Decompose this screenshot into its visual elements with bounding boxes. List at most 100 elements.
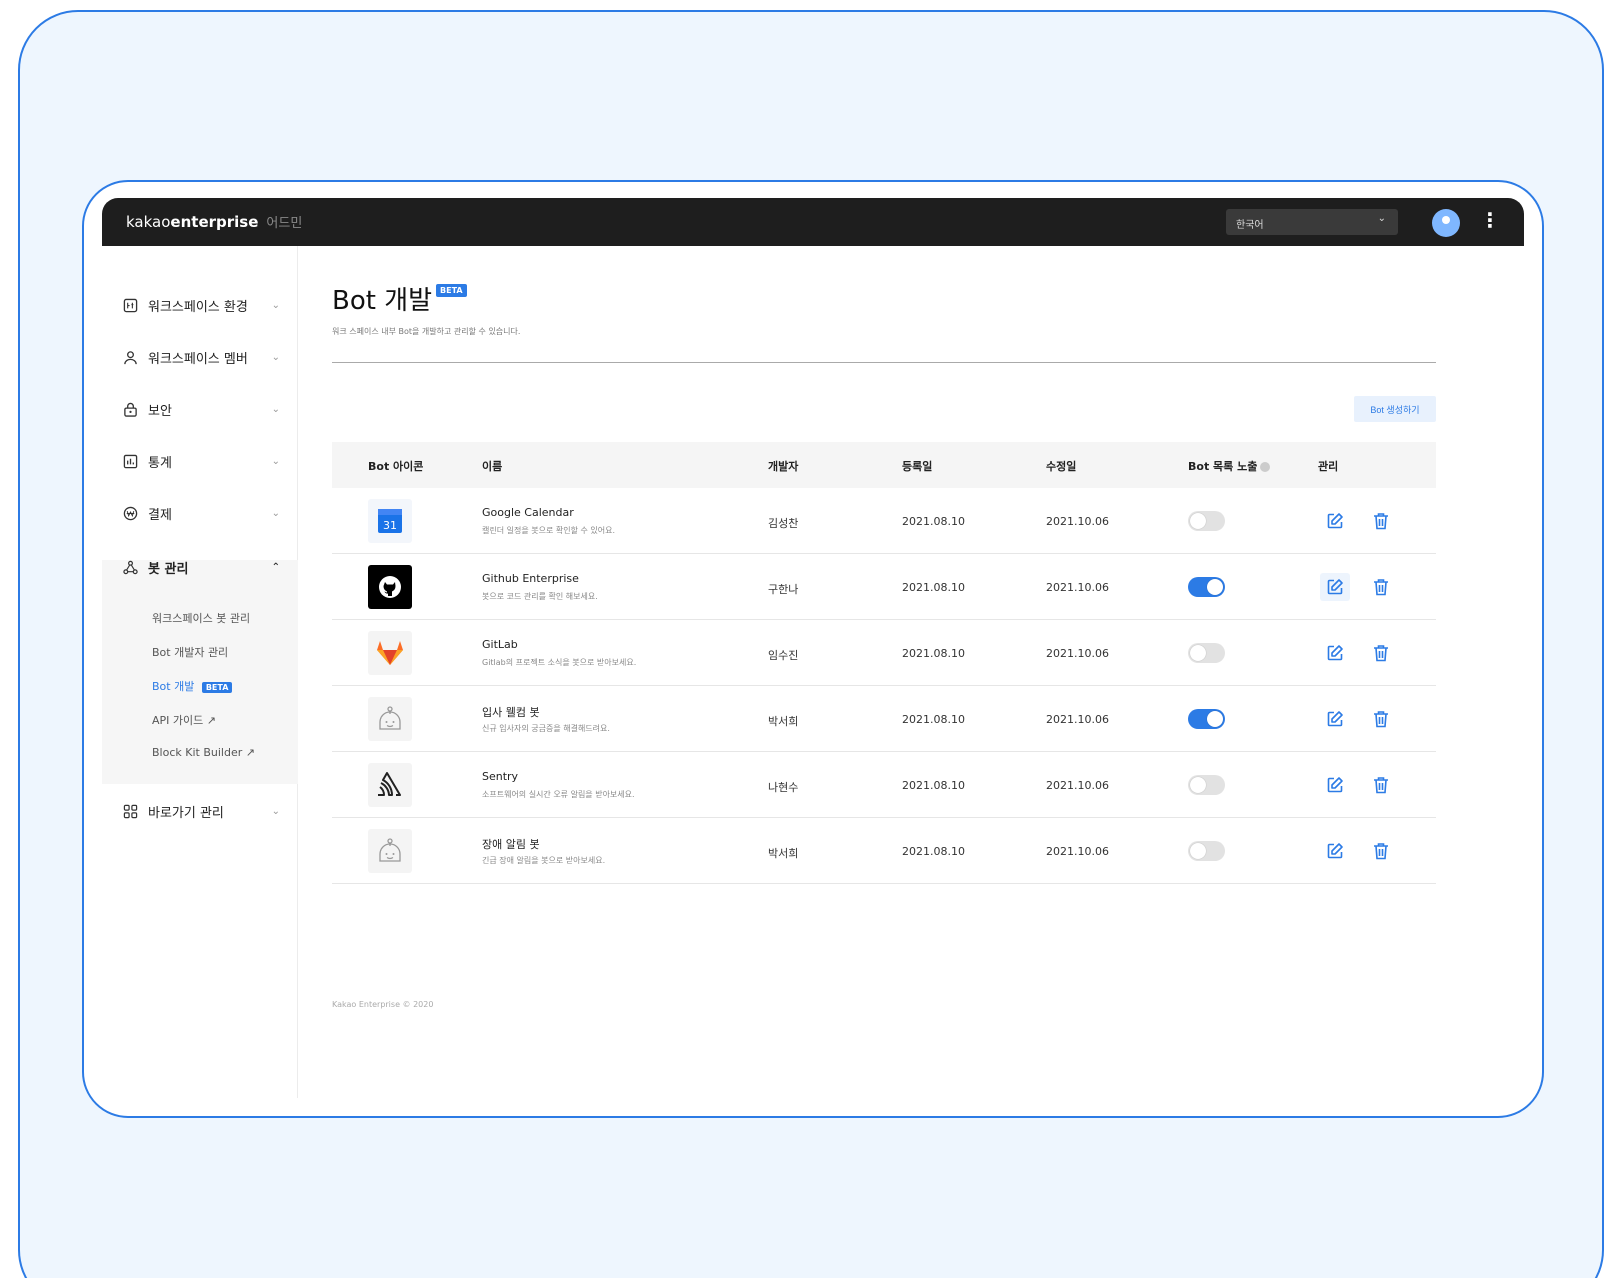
bot-name: 입사 웰컴 봇 bbox=[482, 706, 540, 719]
beta-badge: BETA bbox=[436, 284, 467, 297]
delete-button[interactable] bbox=[1366, 705, 1396, 733]
chevron-up-icon: ⌃ bbox=[271, 561, 280, 573]
registered-date-cell: 2021.08.10 bbox=[902, 713, 965, 726]
sub-item-bot-developers[interactable]: Bot 개발자 관리 bbox=[152, 644, 228, 660]
page-description: 워크 스페이스 내부 Bot을 개발하고 관리할 수 있습니다. bbox=[332, 327, 521, 336]
sidebar-item-label: 봇 관리 bbox=[148, 561, 189, 577]
exposure-toggle[interactable] bbox=[1188, 775, 1225, 795]
sub-item-workspace-bots[interactable]: 워크스페이스 봇 관리 bbox=[152, 610, 250, 626]
registered-date-cell: 2021.08.10 bbox=[902, 647, 965, 660]
edit-button[interactable] bbox=[1320, 837, 1350, 865]
exposure-toggle[interactable] bbox=[1188, 643, 1225, 663]
modified-date-cell: 2021.10.06 bbox=[1046, 779, 1109, 792]
brand-suffix: 어드민 bbox=[266, 216, 303, 231]
exposure-toggle[interactable] bbox=[1188, 841, 1225, 861]
developer-cell: 임수진 bbox=[768, 649, 799, 662]
developer-cell: 구한나 bbox=[768, 583, 799, 596]
sidebar-item-shortcuts[interactable]: 바로가기 관리 ⌄ bbox=[102, 786, 298, 836]
column-header-exposure: Bot 목록 노출 bbox=[1188, 458, 1271, 474]
trash-icon bbox=[1374, 579, 1388, 596]
brand-logo[interactable]: kakaoenterprise 어드민 bbox=[126, 212, 302, 231]
sidebar-item-bot-management[interactable]: 봇 관리 ⌃ bbox=[102, 542, 298, 592]
table-row: 장애 알림 봇 긴급 장애 알림을 봇으로 받아보세요. 박서희 2021.08… bbox=[332, 818, 1436, 884]
create-bot-button[interactable]: Bot 생성하기 bbox=[1354, 396, 1436, 422]
modified-date-cell: 2021.10.06 bbox=[1046, 647, 1109, 660]
table-row: Sentry 소프트웨어의 실시간 오류 알림을 받아보세요. 나현수 2021… bbox=[332, 752, 1436, 818]
edit-icon bbox=[1327, 645, 1343, 661]
device-frame: kakaoenterprise 어드민 한국어 ⌄ ⋮ 워크스페이스 환경 ⌄ bbox=[82, 180, 1544, 1118]
developer-cell: 김성찬 bbox=[768, 517, 799, 530]
sidebar-item-label: 워크스페이스 환경 bbox=[148, 299, 248, 315]
edit-button[interactable] bbox=[1320, 771, 1350, 799]
lock-icon bbox=[122, 401, 138, 417]
edit-button[interactable] bbox=[1320, 639, 1350, 667]
table-row: 입사 웰컴 봇 신규 입사자의 궁금증을 해결해드려요. 박서희 2021.08… bbox=[332, 686, 1436, 752]
info-icon[interactable] bbox=[1260, 462, 1271, 472]
delete-button[interactable] bbox=[1366, 837, 1396, 865]
modified-date-cell: 2021.10.06 bbox=[1046, 515, 1109, 528]
column-header-registered: 등록일 bbox=[902, 460, 933, 473]
edit-icon bbox=[1327, 711, 1343, 727]
column-header-manage: 관리 bbox=[1318, 460, 1339, 473]
exposure-toggle[interactable] bbox=[1188, 577, 1225, 597]
edit-button[interactable] bbox=[1320, 507, 1350, 535]
person-icon bbox=[122, 349, 138, 365]
exposure-toggle[interactable] bbox=[1188, 511, 1225, 531]
won-icon bbox=[122, 505, 138, 521]
edit-button[interactable] bbox=[1320, 573, 1350, 601]
workspace-settings-icon bbox=[122, 297, 138, 313]
grid-icon bbox=[122, 803, 138, 819]
trash-icon bbox=[1374, 777, 1388, 794]
edit-button[interactable] bbox=[1320, 705, 1350, 733]
sidebar-item-security[interactable]: 보안 ⌄ bbox=[102, 384, 298, 434]
edit-icon bbox=[1327, 843, 1343, 859]
chevron-down-icon: ⌄ bbox=[1377, 213, 1386, 224]
brand-text-enterprise: enterprise bbox=[170, 213, 259, 231]
delete-button[interactable] bbox=[1366, 573, 1396, 601]
sub-item-block-kit-builder[interactable]: Block Kit Builder ↗ bbox=[152, 746, 255, 759]
trash-icon bbox=[1374, 843, 1388, 860]
bot-description: 소프트웨어의 실시간 오류 알림을 받아보세요. bbox=[482, 790, 635, 799]
bot-name: Github Enterprise bbox=[482, 572, 579, 585]
trash-icon bbox=[1374, 513, 1388, 530]
bot-description: 신규 입사자의 궁금증을 해결해드려요. bbox=[482, 724, 610, 733]
sidebar-item-label: 바로가기 관리 bbox=[148, 805, 224, 821]
google-calendar-icon: 31 bbox=[368, 499, 412, 543]
sidebar-item-statistics[interactable]: 통계 ⌄ bbox=[102, 436, 298, 486]
avatar[interactable] bbox=[1432, 209, 1460, 237]
svg-text:31: 31 bbox=[383, 519, 397, 532]
language-select-value: 한국어 bbox=[1236, 220, 1264, 231]
developer-cell: 나현수 bbox=[768, 781, 799, 794]
table-row: Github Enterprise 봇으로 코드 관리를 확인 해보세요. 구한… bbox=[332, 554, 1436, 620]
sub-item-bot-development[interactable]: Bot 개발 BETA bbox=[152, 678, 233, 694]
gitlab-icon bbox=[368, 631, 412, 675]
bot-description: 캘린더 일정을 봇으로 확인할 수 있어요. bbox=[482, 526, 616, 535]
page-title: Bot 개발 bbox=[332, 286, 433, 316]
sub-item-api-guide[interactable]: API 가이드 ↗ bbox=[152, 712, 216, 728]
bot-name: GitLab bbox=[482, 638, 518, 651]
trash-icon bbox=[1374, 645, 1388, 662]
delete-button[interactable] bbox=[1366, 639, 1396, 667]
edit-icon bbox=[1327, 513, 1343, 529]
beta-badge: BETA bbox=[201, 681, 233, 693]
column-header-name: 이름 bbox=[482, 460, 503, 473]
delete-button[interactable] bbox=[1366, 771, 1396, 799]
delete-button[interactable] bbox=[1366, 507, 1396, 535]
more-menu-icon[interactable]: ⋮ bbox=[1480, 208, 1500, 232]
developer-cell: 박서희 bbox=[768, 847, 799, 860]
sidebar-item-workspace-members[interactable]: 워크스페이스 멤버 ⌄ bbox=[102, 332, 298, 382]
sentry-icon bbox=[368, 763, 412, 807]
chevron-down-icon: ⌄ bbox=[271, 403, 280, 415]
table-row: GitLab Gitlab의 프로젝트 소식을 봇으로 받아보세요. 임수진 2… bbox=[332, 620, 1436, 686]
sidebar-item-workspace-settings[interactable]: 워크스페이스 환경 ⌄ bbox=[102, 280, 298, 330]
exposure-toggle[interactable] bbox=[1188, 709, 1225, 729]
robot-icon bbox=[368, 829, 412, 873]
footer-copyright: Kakao Enterprise © 2020 bbox=[332, 1000, 434, 1009]
registered-date-cell: 2021.08.10 bbox=[902, 845, 965, 858]
table-header: Bot 아이콘 이름 개발자 등록일 수정일 Bot 목록 노출 관리 bbox=[332, 442, 1436, 488]
language-select[interactable]: 한국어 ⌄ bbox=[1226, 209, 1398, 235]
column-header-modified: 수정일 bbox=[1046, 460, 1077, 473]
sidebar-item-payment[interactable]: 결제 ⌄ bbox=[102, 488, 298, 538]
sidebar-item-label: 보안 bbox=[148, 403, 172, 419]
registered-date-cell: 2021.08.10 bbox=[902, 581, 965, 594]
